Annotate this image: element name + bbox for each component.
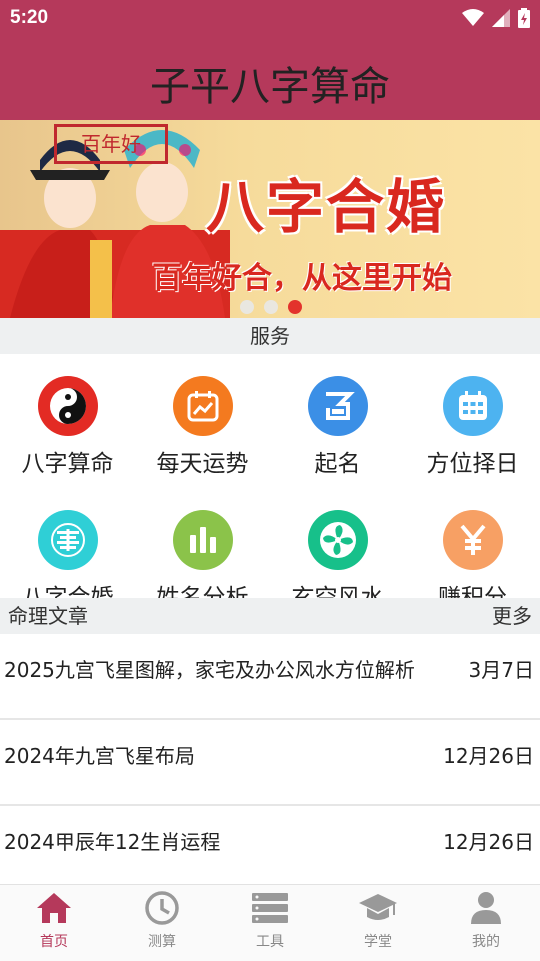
tab-tools[interactable]: 工具 (216, 885, 324, 961)
tab-home[interactable]: 首页 (0, 885, 108, 961)
yen-icon (442, 510, 503, 570)
service-label: 方位择日 (426, 451, 519, 477)
article-title: 2025九宫飞星图解，家宅及办公风水方位解析 (4, 658, 415, 682)
promo-banner[interactable]: 百年好 八字合婚 百年好合，从这里开始 (0, 120, 540, 318)
tab-label: 学堂 (364, 934, 392, 950)
service-daily-fortune[interactable]: 每天运势 (135, 376, 270, 478)
article-date: 12月26日 (443, 744, 534, 768)
service-label: 赚积分 (438, 585, 507, 598)
battery-icon (518, 8, 530, 28)
app-bar: 子平八字算命 (0, 36, 540, 120)
articles-title: 命理文章 (8, 604, 88, 628)
article-title: 2024甲辰年12生肖运程 (4, 830, 221, 854)
tab-label: 工具 (256, 934, 284, 950)
article-date: 12月26日 (443, 830, 534, 854)
bar-chart-icon (172, 510, 233, 570)
service-name-analysis[interactable]: 姓名分析 (135, 510, 270, 598)
service-label: 起名 (314, 451, 361, 477)
carousel-dot[interactable] (240, 300, 254, 314)
server-stack-icon (252, 893, 288, 923)
carousel-dot-active[interactable] (288, 300, 302, 314)
tab-label: 首页 (40, 934, 68, 950)
service-label: 每天运势 (156, 451, 249, 477)
status-time: 5:20 (10, 7, 49, 28)
service-date-selection[interactable]: 方位择日 (405, 376, 540, 478)
service-marriage-match[interactable]: 八字合婚 (0, 510, 135, 598)
tab-profile[interactable]: 我的 (432, 885, 540, 961)
services-header: 服务 (0, 318, 540, 354)
list-item[interactable]: 2024甲辰年12生肖运程 12月26日 (0, 806, 540, 892)
clock-icon (145, 891, 179, 925)
services-grid: 八字算命 每天运势 起名 方位择日 八字合婚 姓名分析 玄空风水 赚积分 (0, 354, 540, 598)
carousel-indicator (240, 300, 302, 314)
banner-headline: 八字合婚 (206, 173, 447, 241)
service-label: 姓名分析 (156, 585, 249, 598)
more-link[interactable]: 更多 (492, 598, 532, 634)
person-icon (471, 892, 501, 924)
carousel-dot[interactable] (264, 300, 278, 314)
home-icon (37, 893, 71, 923)
article-title: 2024年九宫飞星布局 (4, 744, 195, 768)
yin-yang-icon (37, 376, 98, 436)
tab-label: 我的 (472, 934, 500, 950)
service-label: 八字合婚 (21, 585, 114, 598)
article-list: 2025九宫飞星图解，家宅及办公风水方位解析 3月7日 2024年九宫飞星布局 … (0, 634, 540, 892)
bottom-tab-bar: 首页 测算 工具 学堂 我的 (0, 884, 540, 961)
service-naming[interactable]: 起名 (270, 376, 405, 478)
service-bazi[interactable]: 八字算命 (0, 376, 135, 478)
tab-academy[interactable]: 学堂 (324, 885, 432, 961)
signal-icon (492, 9, 510, 27)
double-happiness-icon (37, 510, 98, 570)
banner-tagline: 百年好合，从这里开始 (152, 261, 452, 296)
calendar-grid-icon (442, 376, 503, 436)
name-icon (307, 376, 368, 436)
calendar-chart-icon (172, 376, 233, 436)
status-icons (462, 8, 530, 28)
service-earn-points[interactable]: 赚积分 (405, 510, 540, 598)
service-fengshui[interactable]: 玄空风水 (270, 510, 405, 598)
article-date: 3月7日 (468, 658, 534, 682)
status-bar: 5:20 (0, 0, 540, 36)
tab-label: 测算 (148, 934, 176, 950)
banner-stamp: 百年好 (54, 124, 168, 164)
list-item[interactable]: 2024年九宫飞星布局 12月26日 (0, 720, 540, 806)
articles-header: 命理文章 更多 (0, 598, 540, 634)
service-label: 八字算命 (21, 451, 114, 477)
list-item[interactable]: 2025九宫飞星图解，家宅及办公风水方位解析 3月7日 (0, 634, 540, 720)
tab-calculate[interactable]: 测算 (108, 885, 216, 961)
graduation-cap-icon (359, 894, 397, 920)
page-title: 子平八字算命 (150, 64, 390, 110)
fan-icon (307, 510, 368, 570)
wifi-icon (462, 9, 484, 26)
service-label: 玄空风水 (291, 585, 384, 598)
